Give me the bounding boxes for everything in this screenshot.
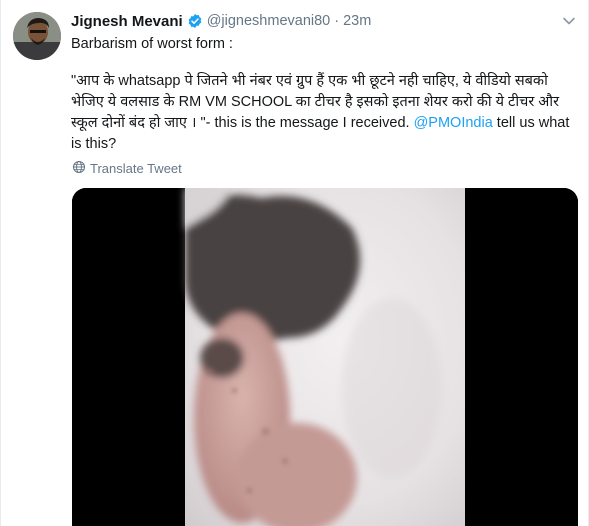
translate-label: Translate Tweet — [90, 161, 182, 176]
globe-icon — [72, 160, 90, 177]
tweet-card[interactable]: Jignesh Mevani @jigneshmevani80 · 23m Ba… — [0, 0, 589, 526]
author-name[interactable]: Jignesh Mevani — [71, 13, 183, 30]
video-thumbnail[interactable] — [72, 188, 578, 526]
tweet-text: Barbarism of worst form : "आप के whatsap… — [71, 34, 581, 155]
separator-dot: · — [334, 13, 340, 29]
translate-tweet-link[interactable]: Translate Tweet — [72, 160, 182, 177]
tweet-timestamp[interactable]: 23m — [343, 13, 371, 29]
verified-badge-icon — [187, 13, 203, 29]
mention-link[interactable]: @PMOIndia — [414, 115, 493, 131]
chevron-down-icon[interactable] — [562, 14, 576, 28]
tweet-text-line1: Barbarism of worst form : — [71, 36, 233, 52]
tweet-header: Jignesh Mevani @jigneshmevani80 · 23m — [71, 10, 548, 32]
avatar[interactable] — [13, 12, 61, 60]
author-handle[interactable]: @jigneshmevani80 — [207, 13, 331, 29]
tweet-text-quote: "आप के whatsapp पे जितने भी नंबर एवं ग्र… — [71, 71, 581, 155]
